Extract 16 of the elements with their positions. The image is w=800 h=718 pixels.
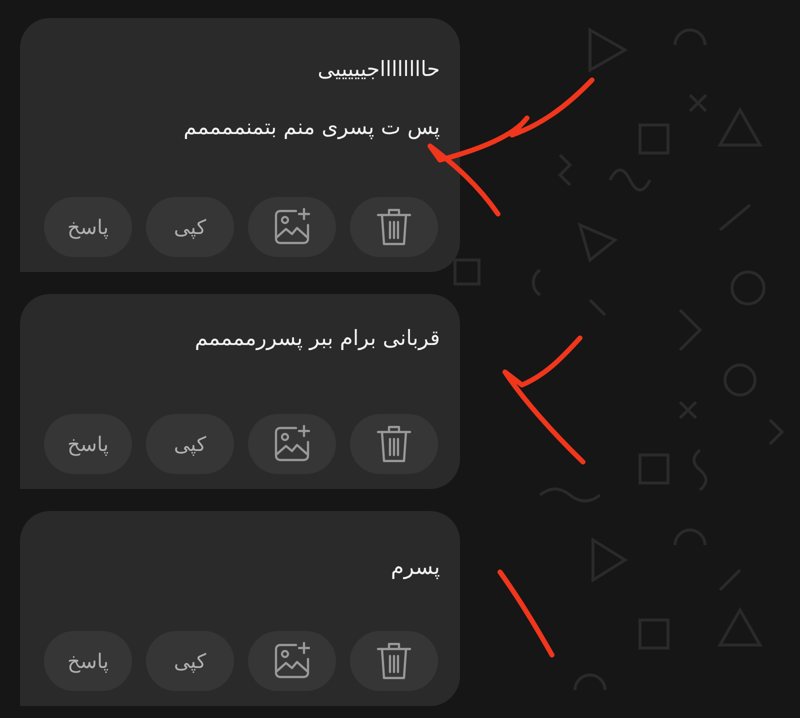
message-text: قربانی برام ببر پسررممممم (194, 325, 440, 352)
action-button[interactable]: کپی (146, 631, 234, 691)
action-button[interactable]: پاسخ (44, 197, 132, 257)
trash-icon (376, 641, 412, 681)
action-button[interactable]: پاسخ (44, 414, 132, 474)
trash-icon (376, 207, 412, 247)
message-text: پسرم (390, 554, 440, 582)
action-button[interactable]: کپی (146, 414, 234, 474)
trash-icon (376, 424, 412, 464)
image-plus-icon (272, 424, 312, 464)
message-text: حااااااااجیییییی (318, 56, 440, 83)
action-button[interactable]: پاسخ (44, 631, 132, 691)
image-plus-icon (272, 641, 312, 681)
message-text: پس ت پسری منم بتمنممممم (184, 114, 440, 142)
image-plus-icon (272, 207, 312, 247)
action-button[interactable]: کپی (146, 197, 234, 257)
